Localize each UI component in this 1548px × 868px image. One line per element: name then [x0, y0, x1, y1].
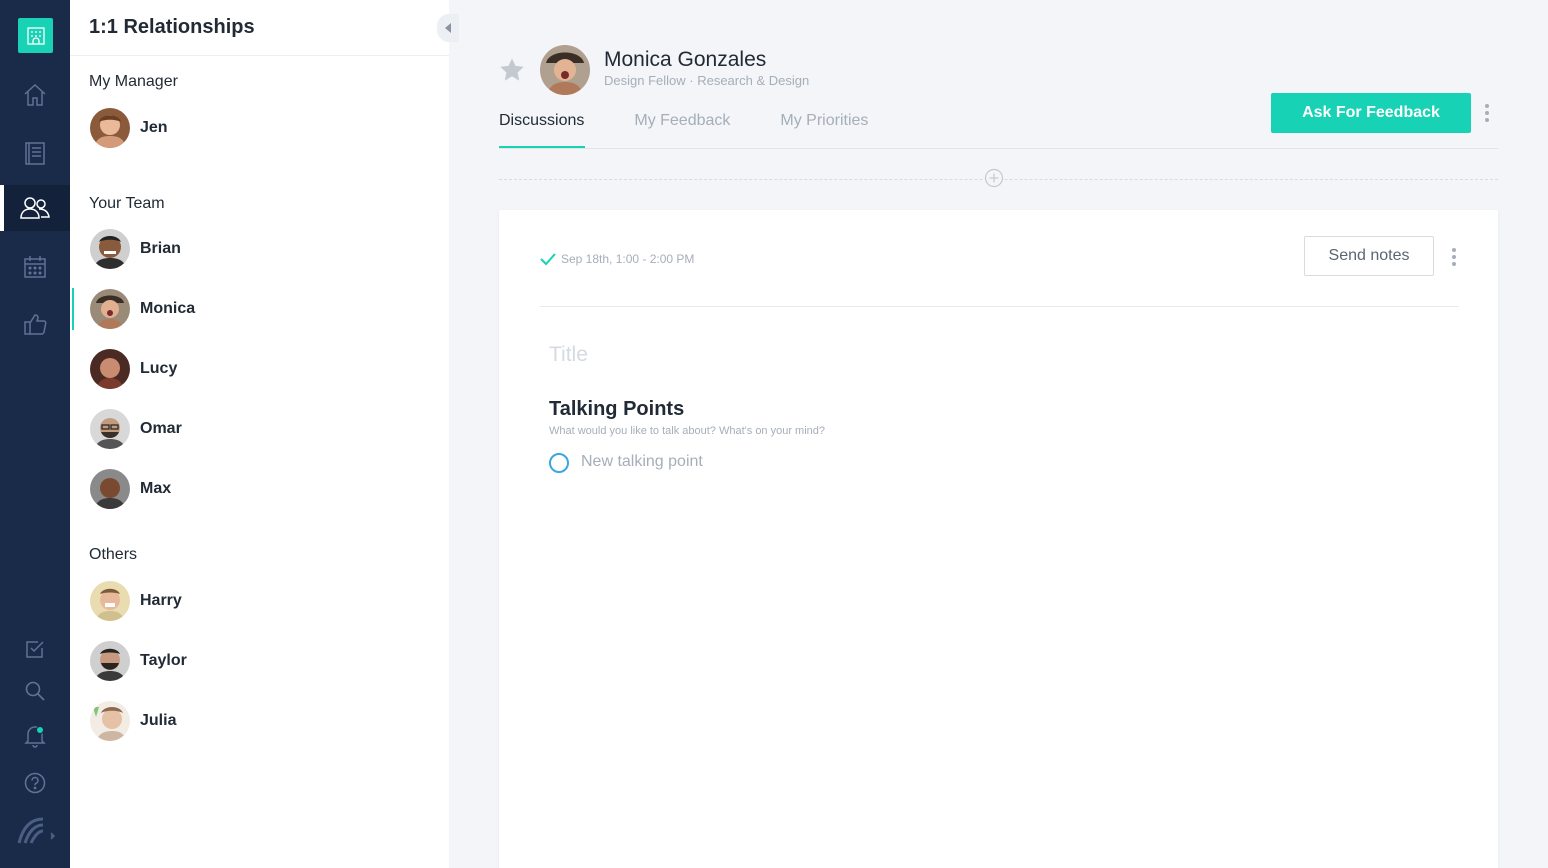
person-name: Lucy [140, 360, 177, 378]
add-discussion-button[interactable] [984, 168, 1004, 188]
chevron-left-icon [444, 23, 452, 33]
avatar [90, 641, 130, 681]
person-name: Max [140, 480, 171, 498]
avatar [90, 469, 130, 509]
avatar [90, 289, 130, 329]
tab-discussions[interactable]: Discussions [499, 112, 584, 148]
title-input[interactable]: Title [549, 343, 588, 367]
nav-journal[interactable] [0, 130, 70, 176]
nav-calendar[interactable] [0, 244, 70, 290]
person-name: Harry [140, 592, 182, 610]
divider [540, 306, 1459, 307]
person-name: Omar [140, 420, 182, 438]
tab-my-feedback[interactable]: My Feedback [634, 112, 730, 148]
brand-logo-icon [13, 813, 57, 849]
favorite-star-icon[interactable] [498, 56, 526, 84]
ask-for-feedback-button[interactable]: Ask For Feedback [1271, 93, 1471, 133]
talking-points-heading: Talking Points [549, 398, 684, 421]
calendar-icon [22, 254, 48, 280]
avatar [90, 108, 130, 148]
person-name: Jen [140, 119, 168, 137]
nav-search[interactable] [0, 668, 70, 714]
new-talking-point-input[interactable]: New talking point [581, 453, 703, 471]
search-icon [24, 680, 46, 702]
person-name: Brian [140, 240, 181, 258]
plus-circle-icon [984, 168, 1004, 188]
person-item-lucy[interactable]: Lucy [70, 348, 449, 390]
help-icon [24, 772, 46, 794]
nav-home[interactable] [0, 72, 70, 118]
nav-relationships[interactable] [0, 185, 70, 231]
section-my-manager: My Manager [89, 73, 178, 91]
nav-help[interactable] [0, 760, 70, 806]
person-item-harry[interactable]: Harry [70, 580, 449, 622]
nav-rail [0, 0, 70, 868]
people-icon [19, 195, 51, 221]
profile-name: Monica Gonzales [604, 48, 766, 72]
profile-subtitle: Design Fellow · Research & Design [604, 73, 809, 88]
checkbox-icon [24, 638, 46, 660]
person-item-jen[interactable]: Jen [70, 107, 449, 149]
person-item-taylor[interactable]: Taylor [70, 640, 449, 682]
nav-brand-menu[interactable] [0, 808, 70, 854]
avatar [90, 581, 130, 621]
home-icon [22, 82, 48, 108]
section-others: Others [89, 546, 137, 564]
card-more-options-icon[interactable] [1452, 248, 1456, 266]
avatar [90, 701, 130, 741]
discussion-card: Sep 18th, 1:00 - 2:00 PM Send notes Titl… [499, 210, 1498, 868]
panel-title: 1:1 Relationships [89, 16, 255, 39]
person-name: Monica [140, 300, 195, 318]
talking-point-checkbox[interactable] [549, 453, 569, 473]
avatar [90, 409, 130, 449]
person-item-brian[interactable]: Brian [70, 228, 449, 270]
avatar [90, 229, 130, 269]
notification-dot [36, 726, 44, 734]
person-item-julia[interactable]: Julia [70, 700, 449, 742]
journal-icon [22, 140, 48, 166]
check-icon [540, 252, 556, 266]
tab-bar: Discussions My Feedback My Priorities [499, 112, 918, 148]
person-name: Julia [140, 712, 176, 730]
nav-tasks[interactable] [0, 626, 70, 672]
person-item-omar[interactable]: Omar [70, 408, 449, 450]
collapse-panel-button[interactable] [437, 14, 459, 42]
profile-avatar [540, 45, 590, 95]
meeting-date: Sep 18th, 1:00 - 2:00 PM [561, 252, 694, 266]
avatar [90, 349, 130, 389]
tab-my-priorities[interactable]: My Priorities [780, 112, 868, 148]
person-item-monica[interactable]: Monica [70, 288, 449, 330]
person-item-max[interactable]: Max [70, 468, 449, 510]
relationships-panel: 1:1 Relationships My Manager Jen Your Te… [70, 0, 449, 868]
section-your-team: Your Team [89, 195, 165, 213]
divider [499, 148, 1498, 149]
thumbs-up-icon [22, 311, 48, 337]
nav-recognition[interactable] [0, 301, 70, 347]
person-name: Taylor [140, 652, 187, 670]
talking-points-hint: What would you like to talk about? What'… [549, 425, 825, 437]
send-notes-button[interactable]: Send notes [1304, 236, 1434, 276]
divider [70, 55, 449, 56]
more-options-icon[interactable] [1485, 104, 1489, 122]
app-logo-icon[interactable] [18, 18, 53, 53]
nav-notifications[interactable] [0, 713, 70, 759]
